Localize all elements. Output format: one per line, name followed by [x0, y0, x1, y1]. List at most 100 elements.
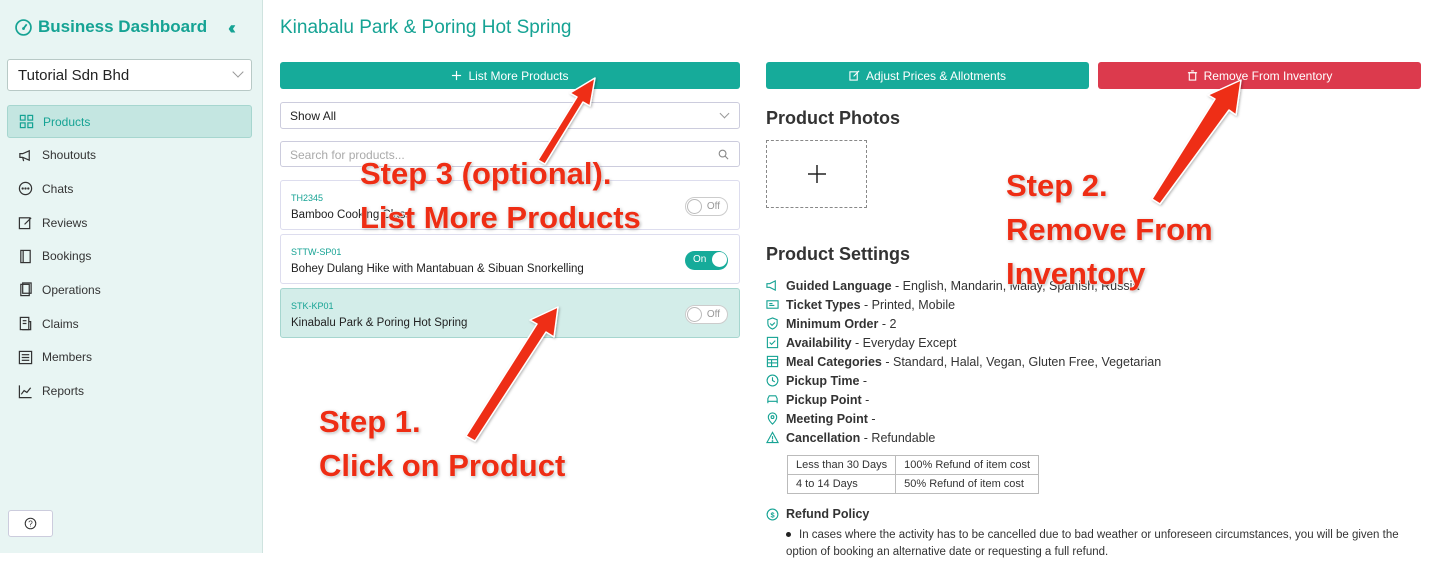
setting-meeting-point: Meeting Point - — [766, 409, 1161, 428]
table-cell: 4 to 14 Days — [786, 474, 897, 494]
page-title: Kinabalu Park & Poring Hot Spring — [280, 17, 572, 38]
annotation-line: List More Products — [359, 199, 641, 235]
setting-minimum-order: Minimum Order - 2 — [766, 314, 1161, 333]
chart-icon — [18, 384, 32, 398]
warning-icon — [766, 431, 779, 444]
clipboard-icon — [20, 282, 32, 297]
ticket-icon — [766, 300, 779, 309]
setting-value: - Standard, Halal, Vegan, Gluten Free, V… — [881, 354, 1162, 369]
setting-label: Availability — [786, 335, 852, 350]
product-card[interactable]: STTW-SP01 Bohey Dulang Hike with Mantabu… — [280, 234, 740, 284]
sidebar-item-reviews[interactable]: Reviews — [7, 206, 252, 239]
book-icon — [20, 249, 31, 263]
help-icon: ? — [24, 517, 37, 530]
sidebar-item-label: Shoutouts — [42, 148, 97, 163]
list-more-products-button[interactable]: List More Products — [280, 62, 740, 89]
table-row: 4 to 14 Days 50% Refund of item cost — [786, 474, 1040, 494]
annotation-line: Step 3 (optional). — [359, 155, 612, 191]
adjust-prices-label: Adjust Prices & Allotments — [865, 68, 1007, 83]
company-select[interactable]: Tutorial Sdn Bhd — [7, 59, 252, 91]
setting-cancellation: Cancellation - Refundable — [766, 428, 1161, 447]
setting-label: Ticket Types — [786, 297, 861, 312]
setting-label: Minimum Order — [786, 316, 879, 331]
grid-icon — [19, 114, 34, 129]
sidebar-item-claims[interactable]: Claims — [7, 307, 252, 340]
product-status-toggle[interactable]: Off — [685, 197, 728, 216]
edit-icon — [849, 70, 860, 81]
sidebar-nav: Products Shoutouts Chats Reviews Booking… — [7, 105, 252, 408]
sidebar-item-members[interactable]: Members — [7, 341, 252, 374]
sidebar: Business Dashboard ‹‹ Tutorial Sdn Bhd P… — [0, 0, 263, 553]
refund-policy: $ Refund Policy In cases where the activ… — [766, 507, 1399, 558]
annotation-line: Click on Product — [318, 447, 566, 483]
clock-icon — [766, 374, 779, 387]
setting-pickup-point: Pickup Point - — [766, 390, 1161, 409]
sidebar-item-label: Bookings — [42, 249, 92, 264]
sidebar-item-label: Products — [43, 114, 91, 129]
toggle-label: Off — [706, 309, 720, 320]
setting-meal-categories: Meal Categories - Standard, Halal, Vegan… — [766, 352, 1161, 371]
table-cell: Less than 30 Days — [786, 455, 897, 475]
shield-icon — [767, 317, 778, 330]
chevron-down-icon — [232, 66, 244, 78]
settings-list: Guided Language - English, Mandarin, Mal… — [766, 276, 1161, 447]
chevron-down-icon — [719, 108, 730, 119]
sidebar-item-shoutouts[interactable]: Shoutouts — [7, 139, 252, 172]
setting-value: - 2 — [878, 316, 897, 331]
toggle-knob — [687, 199, 702, 214]
setting-ticket-types: Ticket Types - Printed, Mobile — [766, 295, 1161, 314]
product-code: STK-KP01 — [291, 301, 334, 311]
product-card-selected[interactable]: STK-KP01 Kinabalu Park & Poring Hot Spri… — [280, 288, 740, 338]
brand-title: Business Dashboard — [38, 17, 208, 36]
sidebar-item-products[interactable]: Products — [7, 105, 252, 138]
sidebar-item-bookings[interactable]: Bookings — [7, 240, 252, 273]
menu-icon — [766, 355, 779, 368]
search-icon — [718, 149, 729, 160]
filter-select-value: Show All — [290, 109, 337, 123]
setting-value: - Everyday Except — [851, 335, 957, 350]
setting-label: Meeting Point — [786, 411, 868, 426]
sidebar-item-label: Reports — [42, 384, 85, 398]
setting-label: Pickup Point — [786, 392, 862, 407]
sidebar-item-label: Operations — [42, 282, 101, 297]
setting-label: Guided Language — [786, 278, 892, 293]
annotation-line: Inventory — [1005, 255, 1146, 291]
map-pin-icon — [767, 412, 778, 425]
setting-value: - — [859, 373, 868, 388]
collapse-sidebar-icon[interactable]: ‹‹ — [228, 18, 236, 39]
help-button[interactable]: ? — [8, 510, 53, 537]
receipt-icon — [19, 316, 32, 331]
annotation-step3: Step 3 (optional). List More Products — [359, 152, 641, 240]
product-filter-select[interactable]: Show All — [280, 102, 740, 129]
toggle-knob — [687, 307, 702, 322]
refund-policy-text: In cases where the activity has to be ca… — [786, 527, 1426, 561]
table-cell: 100% Refund of item cost — [895, 455, 1040, 475]
product-status-toggle[interactable]: Off — [685, 305, 728, 324]
product-settings-title: Product Settings — [766, 244, 911, 264]
table-cell: 50% Refund of item cost — [895, 474, 1040, 494]
company-select-value: Tutorial Sdn Bhd — [18, 67, 130, 84]
product-code: TH2345 — [291, 193, 324, 203]
policy-text: In cases where the activity has to be ca… — [786, 529, 1399, 558]
sidebar-item-label: Reviews — [42, 215, 88, 230]
toggle-knob — [712, 252, 727, 267]
annotation-line: Remove From — [1005, 211, 1213, 247]
refund-policy-title: Refund Policy — [786, 507, 870, 521]
setting-label: Cancellation — [786, 430, 861, 445]
remove-from-inventory-button[interactable]: Remove From Inventory — [1098, 62, 1421, 89]
sidebar-item-label: Claims — [42, 316, 79, 331]
sidebar-item-operations[interactable]: Operations — [7, 273, 252, 306]
setting-value: - Printed, Mobile — [860, 297, 956, 312]
brand[interactable]: Business Dashboard — [15, 17, 207, 37]
sidebar-item-chats[interactable]: Chats — [7, 172, 252, 205]
add-photo-button[interactable] — [766, 140, 867, 208]
adjust-prices-button[interactable]: Adjust Prices & Allotments — [766, 62, 1089, 89]
svg-text:?: ? — [28, 519, 33, 528]
product-status-toggle[interactable]: On — [685, 251, 728, 270]
sidebar-item-reports[interactable]: Reports — [7, 375, 252, 408]
bullet — [786, 532, 791, 538]
setting-availability: Availability - Everyday Except — [766, 333, 1161, 352]
sidebar-item-label: Chats — [42, 181, 74, 196]
remove-from-inventory-label: Remove From Inventory — [1203, 68, 1333, 83]
toggle-label: On — [693, 254, 707, 265]
